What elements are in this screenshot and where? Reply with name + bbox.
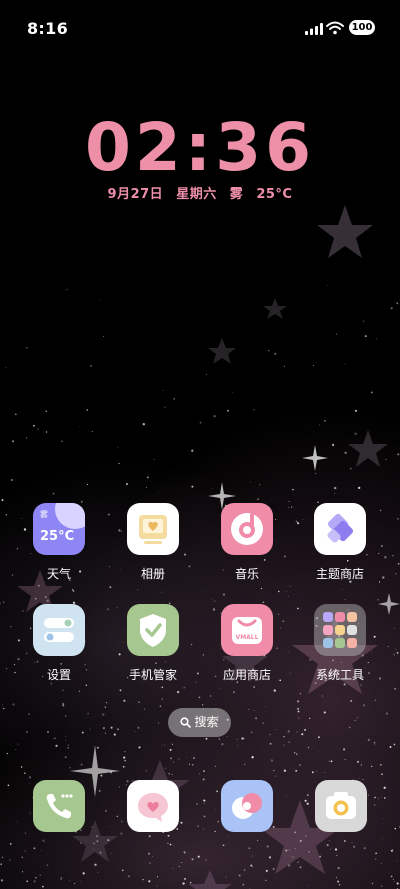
app-store-bag-icon: VMALL xyxy=(221,604,273,656)
weekday-text: 星期六 xyxy=(176,187,217,202)
star-shape xyxy=(263,298,287,319)
svg-text:VMALL: VMALL xyxy=(236,634,259,641)
sparkle-shape xyxy=(378,593,400,615)
app-label: 音乐 xyxy=(234,567,259,581)
app-label: 应用商店 xyxy=(222,668,271,682)
dock-browser-app[interactable] xyxy=(221,780,273,832)
phone-icon xyxy=(46,794,73,819)
app-label: 天气 xyxy=(46,567,71,581)
clock-widget-date[interactable]: 9月27日 星期六 雾 25°C xyxy=(0,183,400,202)
wifi-icon xyxy=(326,21,344,35)
app-label: 手机管家 xyxy=(128,668,177,682)
app-music[interactable]: 音乐 xyxy=(207,503,287,582)
search-label: 搜索 xyxy=(194,715,219,729)
camera-icon xyxy=(326,792,356,819)
star-shape xyxy=(348,430,388,467)
settings-icon xyxy=(33,604,85,656)
app-phone-manager[interactable]: 手机管家 xyxy=(113,604,193,683)
app-theme-store[interactable]: 主题商店 xyxy=(300,503,380,582)
app-label: 设置 xyxy=(46,668,71,682)
star-shape xyxy=(188,870,232,889)
clock-widget-time[interactable]: 02:36 xyxy=(0,108,400,188)
search-icon xyxy=(180,717,192,728)
sparkle-shape xyxy=(302,445,328,471)
dock-camera-app[interactable] xyxy=(315,780,367,832)
app-album[interactable]: 相册 xyxy=(113,503,193,582)
app-label: 相册 xyxy=(140,567,165,581)
music-icon xyxy=(221,503,273,555)
dock-messages-app[interactable] xyxy=(127,780,179,832)
battery-indicator: 100 xyxy=(349,20,375,35)
album-icon xyxy=(127,503,179,555)
app-weather[interactable]: 雾 25°C 天气 xyxy=(19,503,99,582)
security-shield-icon xyxy=(127,604,179,656)
app-label: 主题商店 xyxy=(315,567,364,581)
search-button[interactable]: 搜索 xyxy=(168,708,231,737)
messages-icon xyxy=(138,793,168,822)
app-app-store[interactable]: VMALL 应用商店 xyxy=(207,604,287,683)
system-tools-folder-icon xyxy=(314,604,366,656)
cellular-signal-icon xyxy=(305,23,323,35)
status-bar: 8:16 100 xyxy=(0,0,400,56)
date-text: 9月27日 xyxy=(107,187,164,202)
dock-phone-app[interactable] xyxy=(33,780,85,832)
app-label: 系统工具 xyxy=(315,668,364,682)
status-time: 8:16 xyxy=(27,19,68,38)
app-settings[interactable]: 设置 xyxy=(19,604,99,683)
weather-icon: 雾 25°C xyxy=(33,503,85,555)
app-system-tools-folder[interactable]: 系统工具 xyxy=(300,604,380,683)
weather-text: 雾 xyxy=(229,187,244,202)
temperature-text: 25°C xyxy=(256,187,293,202)
browser-icon xyxy=(232,793,262,819)
star-shape xyxy=(208,338,236,364)
theme-store-icon xyxy=(314,503,366,555)
star-shape xyxy=(317,205,373,258)
